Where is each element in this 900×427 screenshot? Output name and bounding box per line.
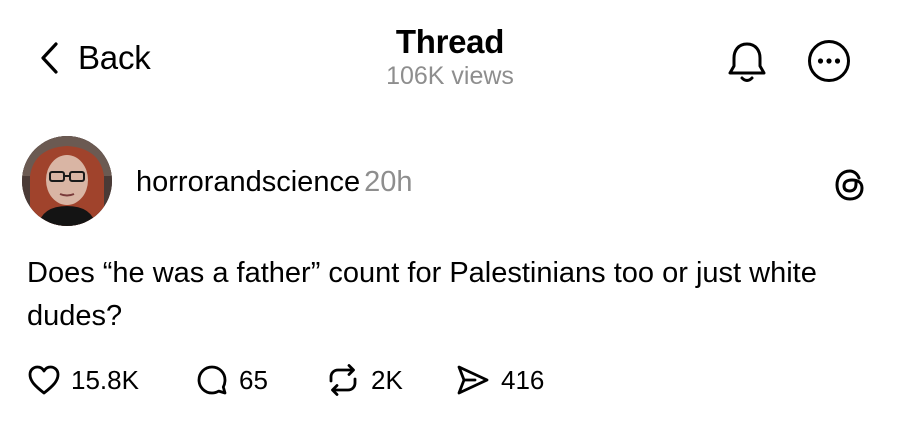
- repost-icon: [329, 364, 357, 396]
- back-button[interactable]: Back: [38, 38, 151, 78]
- back-label: Back: [78, 39, 151, 76]
- notifications-button[interactable]: [723, 38, 771, 91]
- post-body-text: Does “he was a father” count for Palesti…: [27, 257, 817, 332]
- post-timestamp: 20h: [364, 166, 413, 198]
- chevron-left-icon: [41, 42, 58, 74]
- heart-icon: [28, 365, 60, 395]
- more-options-button[interactable]: [806, 38, 852, 89]
- send-icon: [457, 365, 489, 395]
- bell-icon: [728, 42, 766, 82]
- reply-count: 65: [239, 364, 268, 395]
- repost-count: 2K: [371, 364, 403, 395]
- share-button[interactable]: 416: [455, 362, 544, 398]
- like-button[interactable]: 15.8K: [27, 362, 139, 398]
- post-author-line: horrorandscience 20h: [136, 162, 412, 202]
- avatar[interactable]: [22, 136, 112, 226]
- author-username[interactable]: horrorandscience: [136, 166, 360, 198]
- reply-button[interactable]: 65: [195, 362, 268, 398]
- comment-icon: [197, 365, 227, 395]
- repost-button[interactable]: 2K: [325, 362, 403, 398]
- share-count: 416: [501, 364, 545, 395]
- like-count: 15.8K: [71, 364, 139, 395]
- threads-logo-icon: [835, 169, 864, 201]
- threads-logo: [833, 168, 867, 207]
- more-circle-icon: [808, 40, 850, 82]
